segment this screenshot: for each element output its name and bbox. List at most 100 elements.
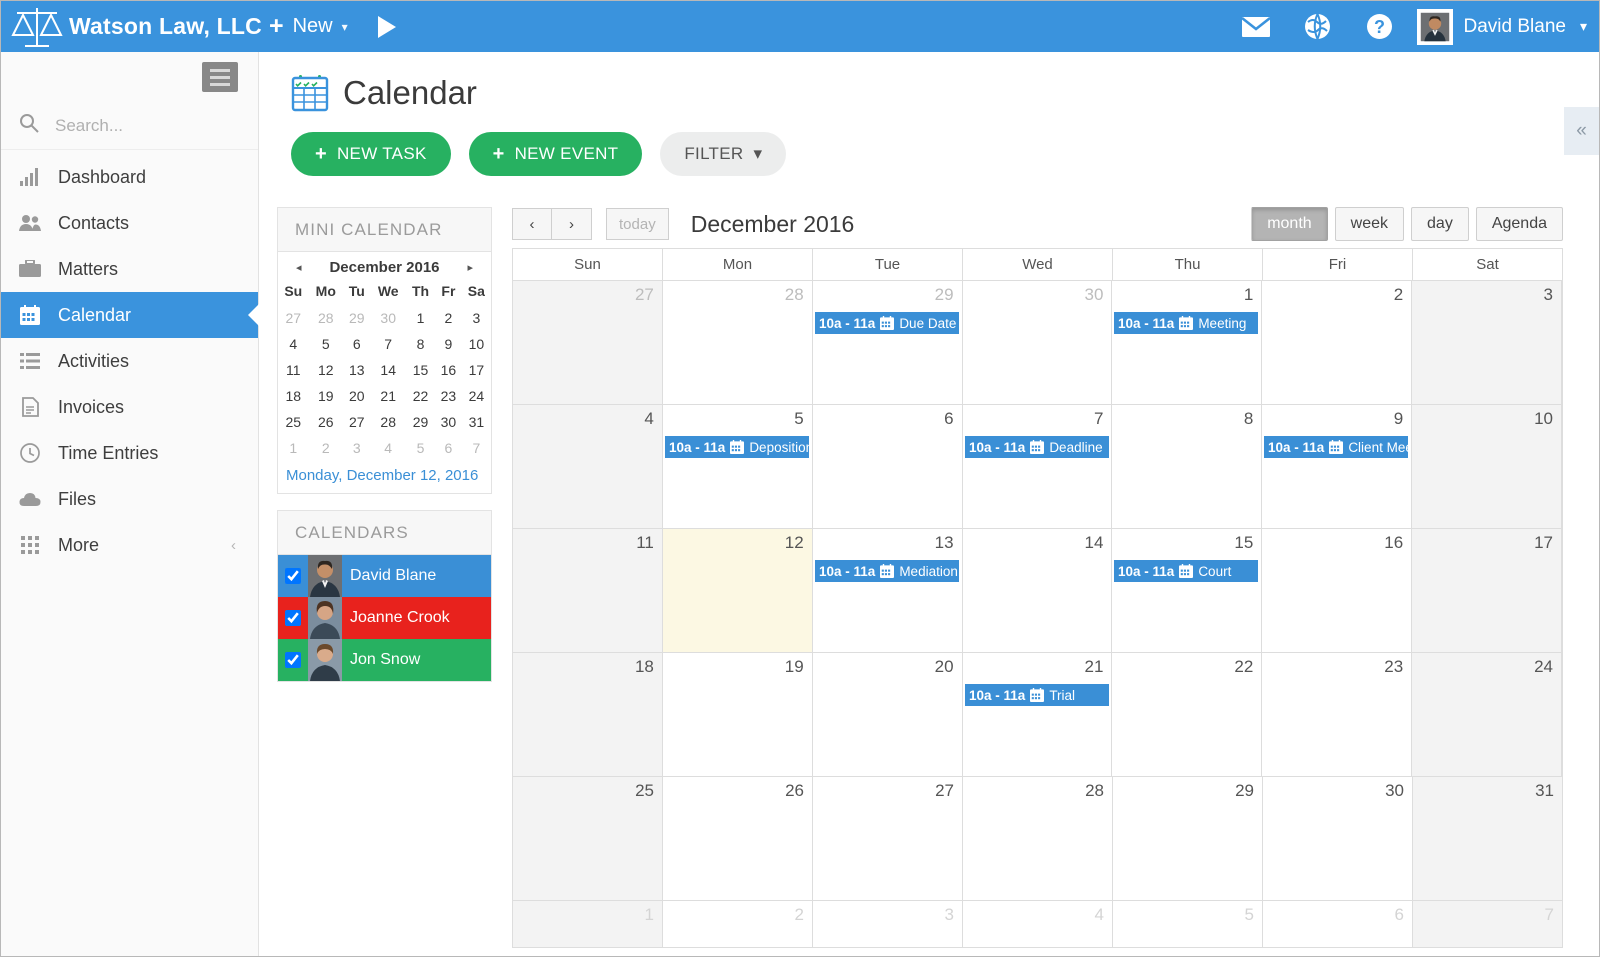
mini-calendar-day[interactable]: 2 (309, 435, 344, 461)
mini-calendar-day[interactable]: 3 (343, 435, 370, 461)
calendar-day-cell[interactable]: 22 (1112, 653, 1263, 776)
calendar-day-cell[interactable]: 5 (1113, 901, 1263, 947)
calendar-day-cell[interactable]: 13 (812, 529, 963, 652)
mini-calendar-day[interactable]: 29 (406, 409, 435, 435)
today-button[interactable]: today (606, 208, 669, 240)
mini-calendar-day[interactable]: 7 (370, 331, 405, 357)
filter-button[interactable]: FILTER ▾ (660, 132, 787, 176)
mini-calendar-day[interactable]: 7 (462, 435, 491, 461)
sidebar-item-invoices[interactable]: Invoices (1, 384, 258, 430)
mini-calendar-day[interactable]: 21 (370, 383, 405, 409)
calendar-event[interactable]: 10a - 11a Mediation (815, 560, 959, 582)
mini-calendar-day[interactable]: 29 (343, 305, 370, 331)
calendar-day-cell[interactable]: 23 (1262, 653, 1413, 776)
globe-icon[interactable] (1287, 1, 1349, 52)
calendar-day-cell[interactable]: 28 (662, 281, 813, 404)
checkbox-input[interactable] (285, 568, 301, 584)
calendar-day-cell[interactable]: 27 (513, 281, 663, 404)
mini-calendar-day[interactable]: 4 (370, 435, 405, 461)
mini-calendar-day[interactable]: 25 (278, 409, 309, 435)
calendar-day-cell[interactable]: 8 (1112, 405, 1263, 528)
mini-calendar-day[interactable]: 11 (278, 357, 309, 383)
calendar-list-item[interactable]: David Blane (278, 555, 491, 597)
sidebar-item-matters[interactable]: Matters (1, 246, 258, 292)
calendar-day-cell[interactable]: 12 (662, 529, 813, 652)
mini-calendar-day[interactable]: 31 (462, 409, 491, 435)
calendar-day-cell[interactable]: 29 (1113, 777, 1263, 900)
mini-calendar-day[interactable]: 28 (370, 409, 405, 435)
calendar-day-cell[interactable]: 3 (1412, 281, 1563, 404)
calendar-day-cell[interactable]: 29 (812, 281, 963, 404)
calendar-day-cell[interactable]: 7 (1413, 901, 1562, 947)
prev-month-button[interactable]: ◂ (290, 259, 308, 276)
mini-calendar-day[interactable]: 1 (406, 305, 435, 331)
play-icon[interactable] (377, 15, 396, 38)
mini-calendar-day[interactable]: 24 (462, 383, 491, 409)
mini-calendar-day[interactable]: 3 (462, 305, 491, 331)
brand-logo[interactable]: Watson Law, LLC (1, 5, 262, 49)
mini-calendar-day[interactable]: 30 (370, 305, 405, 331)
calendar-day-cell[interactable]: 1 (513, 901, 663, 947)
new-menu-button[interactable]: + New ▾ (269, 14, 348, 64)
calendar-day-cell[interactable]: 14 (962, 529, 1113, 652)
sidebar-item-more[interactable]: More ‹ (1, 522, 258, 568)
calendar-day-cell[interactable]: 4 (963, 901, 1113, 947)
sidebar-item-files[interactable]: Files (1, 476, 258, 522)
calendar-day-cell[interactable]: 11 (513, 529, 663, 652)
view-button-week[interactable]: week (1334, 207, 1405, 241)
mini-calendar-day[interactable]: 5 (309, 331, 344, 357)
mini-calendar-day[interactable]: 4 (278, 331, 309, 357)
mini-calendar-day[interactable]: 2 (435, 305, 462, 331)
calendar-day-cell[interactable]: 16 (1262, 529, 1413, 652)
sidebar-item-dashboard[interactable]: Dashboard (1, 154, 258, 200)
mini-calendar-day[interactable]: 27 (278, 305, 309, 331)
calendar-day-cell[interactable]: 30 (1263, 777, 1413, 900)
mini-calendar-day[interactable]: 19 (309, 383, 344, 409)
mini-calendar-day[interactable]: 6 (343, 331, 370, 357)
view-button-agenda[interactable]: Agenda (1475, 207, 1563, 241)
mini-calendar-day[interactable]: 10 (462, 331, 491, 357)
calendar-event[interactable]: 10a - 11a Deposition (665, 436, 809, 458)
checkbox-input[interactable] (285, 610, 301, 626)
sidebar-item-contacts[interactable]: Contacts (1, 200, 258, 246)
calendar-day-cell[interactable]: 3 (813, 901, 963, 947)
calendar-day-cell[interactable]: 28 (963, 777, 1113, 900)
calendar-day-cell[interactable]: 4 (513, 405, 663, 528)
hamburger-menu-icon[interactable] (202, 62, 238, 92)
mini-calendar-day[interactable]: 23 (435, 383, 462, 409)
new-task-button[interactable]: + NEW TASK (291, 132, 451, 176)
mini-calendar-day[interactable]: 15 (406, 357, 435, 383)
calendar-day-cell[interactable]: 21 (962, 653, 1113, 776)
calendar-day-cell[interactable]: 15 (1112, 529, 1263, 652)
calendar-day-cell[interactable]: 6 (812, 405, 963, 528)
calendar-day-cell[interactable]: 9 (1262, 405, 1413, 528)
mini-calendar-day[interactable]: 18 (278, 383, 309, 409)
mini-calendar-day[interactable]: 22 (406, 383, 435, 409)
calendar-day-cell[interactable]: 20 (812, 653, 963, 776)
calendar-event[interactable]: 10a - 11a Client Meeting (1264, 436, 1408, 458)
next-month-button[interactable]: ▸ (461, 259, 479, 276)
calendar-day-cell[interactable]: 7 (962, 405, 1113, 528)
calendar-day-cell[interactable]: 24 (1412, 653, 1563, 776)
calendar-event[interactable]: 10a - 11a Meeting (1114, 312, 1258, 334)
envelope-icon[interactable] (1225, 1, 1287, 52)
calendar-day-cell[interactable]: 25 (513, 777, 663, 900)
view-button-month[interactable]: month (1251, 207, 1328, 241)
mini-calendar-day[interactable]: 20 (343, 383, 370, 409)
calendar-visibility-checkbox[interactable] (278, 610, 308, 626)
mini-calendar-day[interactable]: 17 (462, 357, 491, 383)
calendar-day-cell[interactable]: 31 (1413, 777, 1562, 900)
calendar-day-cell[interactable]: 5 (662, 405, 813, 528)
mini-calendar-day[interactable]: 14 (370, 357, 405, 383)
calendar-day-cell[interactable]: 17 (1412, 529, 1563, 652)
question-circle-icon[interactable]: ? (1349, 1, 1411, 52)
calendar-event[interactable]: 10a - 11a Due Date (815, 312, 959, 334)
mini-calendar-day[interactable]: 12 (309, 357, 344, 383)
checkbox-input[interactable] (285, 652, 301, 668)
calendar-day-cell[interactable]: 10 (1412, 405, 1563, 528)
next-period-button[interactable]: › (552, 208, 592, 240)
calendar-event[interactable]: 10a - 11a Trial (965, 684, 1109, 706)
calendar-list-item[interactable]: Jon Snow (278, 639, 491, 681)
calendar-day-cell[interactable]: 18 (513, 653, 663, 776)
calendar-day-cell[interactable]: 2 (663, 901, 813, 947)
